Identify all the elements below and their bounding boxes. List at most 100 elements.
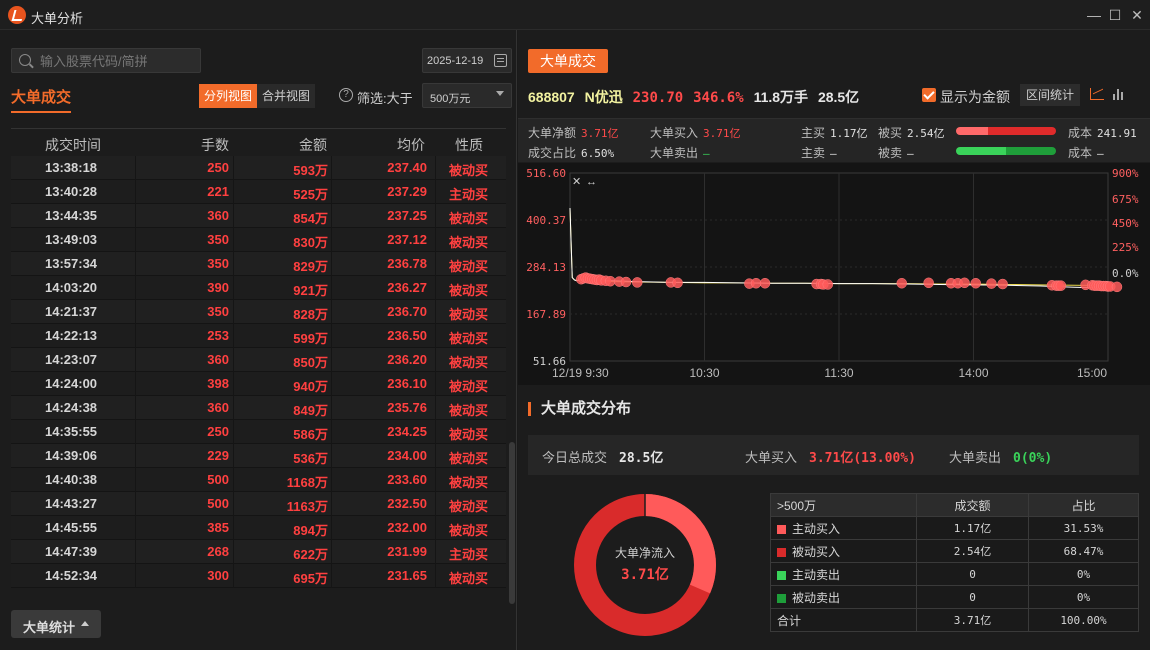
calendar-icon[interactable] xyxy=(494,54,507,67)
cell-amount: 828万 xyxy=(293,307,328,322)
cell-time: 14:52:34 xyxy=(45,568,98,583)
maximize-icon[interactable]: ☐ xyxy=(1106,6,1124,24)
col-price-header[interactable]: 均价 xyxy=(397,135,425,155)
cell-type: 被动买 xyxy=(449,307,489,322)
summary-sell: 大单卖出 0(0%) xyxy=(949,450,1053,466)
table-row[interactable]: 13:57:34 350 829万 236.78 被动买 xyxy=(11,252,506,276)
merge-view-button[interactable]: 合并视图 xyxy=(257,84,316,108)
table-row[interactable]: 13:40:28 221 525万 237.29 主动买 xyxy=(11,180,506,204)
distribution-table: >500万 成交额 占比 主动买入 1.17亿 31.53% 被动买入 2.54亿 68.… xyxy=(770,493,1139,632)
cell-lots: 360 xyxy=(207,352,229,367)
cell-amount: 536万 xyxy=(293,451,328,466)
filter-threshold-select[interactable]: 500万元 xyxy=(422,83,512,108)
table-row[interactable]: 14:52:34 300 695万 231.65 被动买 xyxy=(11,564,506,588)
cell-type: 被动买 xyxy=(449,211,489,226)
cell-type: 被动买 xyxy=(449,163,489,178)
close-icon: ✕ xyxy=(572,176,581,188)
table-row[interactable]: 13:49:03 350 830万 237.12 被动买 xyxy=(11,228,506,252)
table-scrollbar[interactable] xyxy=(509,442,515,604)
stock-change-pct: 346.6% xyxy=(693,90,744,106)
table-row[interactable]: 14:24:00 398 940万 236.10 被动买 xyxy=(11,372,506,396)
table-row[interactable]: 14:23:07 360 850万 236.20 被动买 xyxy=(11,348,506,372)
cell-time: 13:38:18 xyxy=(45,160,98,175)
net-inflow-donut: 大单净流入 3.71亿 xyxy=(570,490,720,640)
stock-search-input[interactable] xyxy=(40,53,198,69)
help-icon[interactable]: ? xyxy=(339,88,353,102)
cell-type: 被动买 xyxy=(449,331,489,346)
cell-amount: 695万 xyxy=(293,571,328,586)
big-order-marker xyxy=(822,279,834,290)
cell-price: 236.27 xyxy=(387,280,427,295)
minimize-icon[interactable]: — xyxy=(1085,6,1103,24)
dist-row-pct: 0% xyxy=(1028,562,1139,586)
big-order-marker xyxy=(997,278,1008,290)
table-row[interactable]: 14:43:27 500 1163万 232.50 被动买 xyxy=(11,492,506,516)
dist-row-amount: 0 xyxy=(916,562,1029,586)
cell-amount: 599万 xyxy=(293,331,328,346)
caret-up-icon xyxy=(81,621,89,626)
big-order-marker xyxy=(620,276,632,288)
table-row[interactable]: 14:22:13 253 599万 236.50 被动买 xyxy=(11,324,506,348)
tab-big-order-trades[interactable]: 大单成交 xyxy=(528,49,608,73)
close-icon[interactable]: ✕ xyxy=(1128,6,1146,24)
table-row[interactable]: 13:38:18 250 593万 237.40 被动买 xyxy=(11,156,506,180)
cell-time: 14:40:38 xyxy=(45,472,98,487)
table-row[interactable]: 14:03:20 390 921万 236.27 被动买 xyxy=(11,276,506,300)
donut-label: 大单净流入 xyxy=(614,546,675,560)
date-value: 2025-12-19 xyxy=(427,55,484,67)
table-row[interactable]: 14:39:06 229 536万 234.00 被动买 xyxy=(11,444,506,468)
window-title: 大单分析 xyxy=(31,11,84,26)
search-icon xyxy=(19,54,31,66)
cell-lots: 398 xyxy=(207,376,229,391)
col-type-header[interactable]: 性质 xyxy=(455,135,483,155)
dist-row-label: 被动卖出 xyxy=(770,585,917,609)
cell-amount: 593万 xyxy=(293,163,328,178)
table-row[interactable]: 14:47:39 268 622万 231.99 主动买 xyxy=(11,540,506,564)
cell-amount: 622万 xyxy=(293,547,328,562)
show-amount-label[interactable]: 显示为金额 xyxy=(940,87,1010,107)
line-chart-icon[interactable] xyxy=(1090,88,1104,100)
date-picker[interactable]: 2025-12-19 xyxy=(422,48,512,73)
cell-lots: 268 xyxy=(207,544,229,559)
show-amount-checkbox[interactable] xyxy=(922,88,936,102)
cell-type: 被动买 xyxy=(449,475,489,490)
table-row[interactable]: 14:45:55 385 894万 232.00 被动买 xyxy=(11,516,506,540)
table-row[interactable]: 13:44:35 360 854万 237.25 被动买 xyxy=(11,204,506,228)
table-row[interactable]: 14:35:55 250 586万 234.25 被动买 xyxy=(11,420,506,444)
x-tick-label: 15:00 xyxy=(1077,366,1107,380)
metric-active-buy: 主买 1.17亿 xyxy=(801,126,868,140)
metric-ratio: 成交占比 6.50% xyxy=(528,146,615,160)
cell-type: 被动买 xyxy=(449,451,489,466)
cell-type: 被动买 xyxy=(449,259,489,274)
big-order-marker xyxy=(750,277,762,289)
big-order-marker xyxy=(959,277,970,289)
interval-stats-button[interactable]: 区间统计 xyxy=(1020,84,1080,106)
y-tick-label: 284.13 xyxy=(526,261,566,274)
big-order-stats-button[interactable]: 大单统计 xyxy=(11,610,101,638)
expand-horizontal-icon: ↔ xyxy=(586,176,597,188)
dist-row-label: 主动买入 xyxy=(770,516,917,540)
metrics-panel: 大单净额 3.71亿 大单买入 3.71亿 主买 1.17亿 被买 2.54亿 成本 24… xyxy=(518,118,1150,162)
y-tick-label: 167.89 xyxy=(526,308,566,321)
col-amount-header[interactable]: 金额 xyxy=(299,135,327,155)
table-row[interactable]: 14:21:37 350 828万 236.70 被动买 xyxy=(11,300,506,324)
legend-swatch xyxy=(777,547,786,557)
distribution-title: 大单成交分布 xyxy=(528,401,631,416)
big-order-marker xyxy=(923,277,934,289)
split-view-button[interactable]: 分列视图 xyxy=(199,84,258,108)
bar-chart-icon[interactable] xyxy=(1112,88,1126,100)
cell-type: 主动买 xyxy=(449,547,489,562)
cell-price: 232.50 xyxy=(387,496,427,511)
col-time-header[interactable]: 成交时间 xyxy=(45,135,101,155)
stock-search-box[interactable] xyxy=(11,48,201,73)
distribution-row: 被动买入 2.54亿 68.47% xyxy=(770,539,1139,563)
table-row[interactable]: 14:40:38 500 1168万 233.60 被动买 xyxy=(11,468,506,492)
intraday-chart[interactable]: 516.60 400.37 284.13 167.89 51.66 900% 675% 450… xyxy=(518,163,1150,385)
table-row[interactable]: 14:24:38 360 849万 235.76 被动买 xyxy=(11,396,506,420)
left-panel: 2025-12-19 大单成交 分列视图 合并视图 ? 筛选:大于 500万元 … xyxy=(0,30,517,650)
col-lots-header[interactable]: 手数 xyxy=(201,135,229,155)
cell-type: 被动买 xyxy=(449,235,489,250)
y-tick-label: 400.37 xyxy=(526,214,566,227)
cell-amount: 586万 xyxy=(293,427,328,442)
dist-row-amount: 1.17亿 xyxy=(916,516,1029,540)
